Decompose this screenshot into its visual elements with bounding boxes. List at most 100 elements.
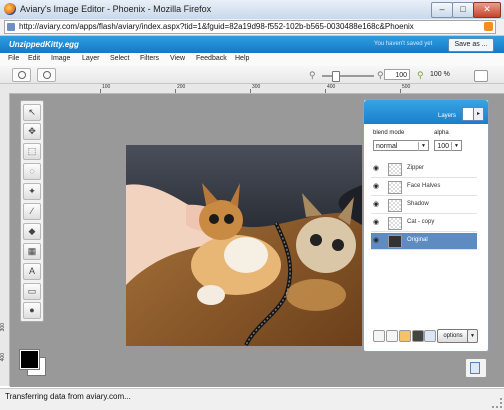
status-text: Transferring data from aviary.com... <box>5 392 131 401</box>
ruler-label: 400 <box>0 353 6 362</box>
zoom-percent: 100 % <box>430 71 450 78</box>
navigator-icon <box>470 362 480 374</box>
horizontal-ruler: 100 200 300 400 500 <box>0 84 504 94</box>
ruler-label: 400 <box>327 84 336 90</box>
zoom-slider-handle[interactable] <box>332 71 340 82</box>
layer-name: Original <box>407 237 428 243</box>
gradient-tool-icon[interactable]: ▦ <box>23 243 41 260</box>
zoom-magnifier-icon[interactable]: ⚲ <box>417 70 424 81</box>
menu-feedback[interactable]: Feedback <box>196 55 227 62</box>
resize-grip[interactable] <box>492 398 502 408</box>
save-as-button[interactable]: Save as ... <box>448 38 494 52</box>
layer-row-cat-copy[interactable]: ◉ Cat - copy <box>371 215 477 232</box>
visibility-eye-icon[interactable]: ◉ <box>373 219 380 226</box>
menu-help[interactable]: Help <box>235 55 249 62</box>
lasso-tool-icon[interactable]: ◌ <box>23 163 41 180</box>
layer-thumbnail <box>388 199 402 212</box>
url-field[interactable]: http://aviary.com/apps/flash/aviary/inde… <box>4 20 496 34</box>
select-arrow-icon[interactable]: ↖ <box>23 104 41 121</box>
color-swatches <box>17 346 47 376</box>
fit-screen-button[interactable] <box>474 70 488 82</box>
tool-options-bar <box>0 66 504 84</box>
menu-file[interactable]: File <box>8 55 19 62</box>
site-icon <box>7 23 15 31</box>
eraser-tool-icon[interactable]: ▭ <box>23 283 41 300</box>
layer-thumbnail <box>388 217 402 230</box>
window-titlebar: Aviary's Image Editor - Phoenix - Mozill… <box>0 0 504 20</box>
menu-view[interactable]: View <box>170 55 185 62</box>
alpha-label: alpha <box>434 130 449 136</box>
foreground-color-swatch[interactable] <box>19 349 40 370</box>
new-layer-icon[interactable] <box>373 330 385 342</box>
panel-menu-arrow-icon[interactable]: ▸ <box>473 107 484 121</box>
zoom-out-icon[interactable]: ⚲ <box>309 70 316 81</box>
address-bar: http://aviary.com/apps/flash/aviary/inde… <box>0 19 504 36</box>
duplicate-layer-icon[interactable] <box>386 330 398 342</box>
canvas-image[interactable] <box>126 145 362 346</box>
menu-bar: File Edit Image Layer Select Filters Vie… <box>0 53 504 67</box>
lasso-icon <box>18 71 26 79</box>
layer-name: Face Halves <box>407 183 441 189</box>
layer-name: Shadow <box>407 201 429 207</box>
chevron-down-icon[interactable]: ▼ <box>467 329 478 343</box>
marquee-tool-icon[interactable]: ⬚ <box>23 143 41 160</box>
blend-mode-label: blend mode <box>373 130 405 136</box>
move-tool-icon[interactable]: ✥ <box>23 123 41 140</box>
visibility-eye-icon[interactable]: ◉ <box>373 165 380 172</box>
firefox-icon <box>4 3 16 15</box>
layer-row-zipper[interactable]: ◉ Zipper <box>371 161 477 178</box>
alpha-select[interactable]: 100 ▼ <box>434 140 462 151</box>
trash-icon[interactable] <box>424 330 436 342</box>
zoom-value-field[interactable]: 100 <box>384 69 410 80</box>
paint-bucket-icon[interactable]: ◆ <box>23 223 41 240</box>
menu-select[interactable]: Select <box>110 55 129 62</box>
magic-wand-icon[interactable]: ✦ <box>23 183 41 200</box>
status-bar: Transferring data from aviary.com... <box>0 388 504 410</box>
layer-thumbnail <box>388 163 402 176</box>
app-header: UnzippedKitty.egg You haven't saved yet … <box>0 36 504 53</box>
text-tool-icon[interactable]: A <box>23 263 41 280</box>
alpha-value: 100 <box>437 143 449 150</box>
visibility-eye-icon[interactable]: ◉ <box>373 237 380 244</box>
rss-feed-icon[interactable] <box>484 22 493 31</box>
visibility-eye-icon[interactable]: ◉ <box>373 183 380 190</box>
menu-layer[interactable]: Layer <box>82 55 100 62</box>
polygon-lasso-icon <box>43 71 51 79</box>
layer-name: Zipper <box>407 165 425 171</box>
lasso-mode-button[interactable] <box>12 68 31 82</box>
tools-palette: ↖ ✥ ⬚ ◌ ✦ ∕ ◆ ▦ A ▭ ● <box>20 100 44 322</box>
layer-effects-icon[interactable] <box>412 330 424 342</box>
menu-edit[interactable]: Edit <box>28 55 40 62</box>
layer-row-original[interactable]: ◉ Original <box>371 233 477 250</box>
layer-folder-icon[interactable] <box>399 330 411 342</box>
layer-options-button[interactable]: options <box>437 329 469 343</box>
maximize-button[interactable]: □ <box>452 2 474 18</box>
ruler-label: 200 <box>177 84 186 90</box>
menu-filters[interactable]: Filters <box>140 55 159 62</box>
blend-mode-select[interactable]: normal ▼ <box>373 140 429 151</box>
lasso-polygon-button[interactable] <box>37 68 56 82</box>
zoom-in-icon[interactable]: ⚲ <box>377 70 384 81</box>
ruler-label: 100 <box>102 84 111 90</box>
layer-name: Cat - copy <box>407 219 435 225</box>
vertical-ruler: 300 400 <box>0 93 10 386</box>
window-title: Aviary's Image Editor - Phoenix - Mozill… <box>20 4 212 14</box>
layer-row-shadow[interactable]: ◉ Shadow <box>371 197 477 214</box>
url-text: http://aviary.com/apps/flash/aviary/inde… <box>19 22 414 31</box>
layer-thumbnail <box>388 181 402 194</box>
brush-tool-icon[interactable]: ∕ <box>23 203 41 220</box>
chevron-down-icon: ▼ <box>418 142 428 151</box>
minimize-button[interactable]: – <box>431 2 453 18</box>
zoom-slider[interactable] <box>322 75 374 77</box>
menu-image[interactable]: Image <box>51 55 70 62</box>
file-name: UnzippedKitty.egg <box>9 40 79 49</box>
visibility-eye-icon[interactable]: ◉ <box>373 201 380 208</box>
navigator-button[interactable] <box>465 358 487 378</box>
close-button[interactable]: ✕ <box>473 2 501 18</box>
blend-mode-value: normal <box>376 143 398 150</box>
kitten-photo <box>126 145 362 346</box>
layers-panel-title: Layers <box>438 113 457 119</box>
stamp-tool-icon[interactable]: ● <box>23 302 41 319</box>
layer-row-face-halves[interactable]: ◉ Face Halves <box>371 179 477 196</box>
layer-thumbnail <box>388 235 402 248</box>
